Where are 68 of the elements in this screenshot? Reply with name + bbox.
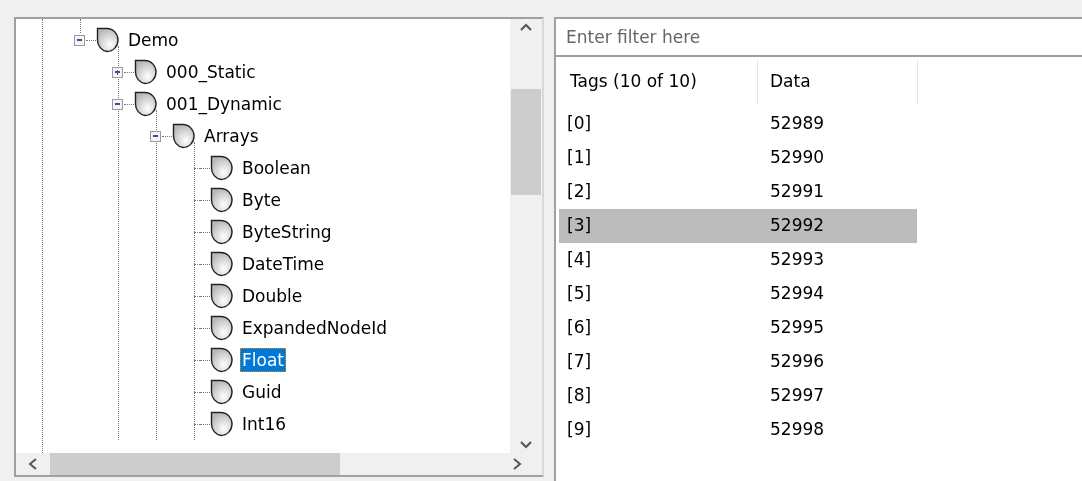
node-icon xyxy=(210,315,234,341)
tree-item[interactable]: DateTime xyxy=(240,252,327,276)
table-row[interactable]: [9] 52998 xyxy=(559,413,917,447)
table-row[interactable]: [1] 52990 xyxy=(559,141,917,175)
tree-item[interactable]: Byte xyxy=(240,188,283,212)
tree-item[interactable]: ByteString xyxy=(240,220,334,244)
table-row[interactable]: [3] 52992 xyxy=(559,209,917,243)
node-icon xyxy=(172,123,196,149)
data-cell-text: 52994 xyxy=(769,282,825,306)
column-header[interactable]: Tags (10 of 10) xyxy=(558,60,758,104)
data-cell-text: 52997 xyxy=(769,384,825,408)
tag-cell-text: [7] xyxy=(566,350,593,374)
data-cell-text: 52996 xyxy=(769,350,825,374)
expand-icon[interactable] xyxy=(112,66,123,78)
node-icon xyxy=(210,411,234,437)
node-icon xyxy=(210,155,234,181)
tag-cell-text: [1] xyxy=(566,146,593,170)
tree-item[interactable]: Demo xyxy=(126,28,181,52)
scroll-down-icon[interactable] xyxy=(520,441,532,449)
column-header[interactable]: Data xyxy=(758,60,918,104)
data-cell-text: 52993 xyxy=(769,248,825,272)
table-row[interactable]: [5] 52994 xyxy=(559,277,917,311)
node-icon xyxy=(96,27,120,53)
tree-item[interactable]: 001_Dynamic xyxy=(164,92,284,116)
tree-item[interactable]: Int16 xyxy=(240,412,289,436)
table-row[interactable]: [8] 52997 xyxy=(559,379,917,413)
tag-cell-text: [0] xyxy=(566,112,593,136)
data-cell-text: 52990 xyxy=(769,146,825,170)
table-row[interactable]: [7] 52996 xyxy=(559,345,917,379)
table-row[interactable]: [4] 52993 xyxy=(559,243,917,277)
data-cell-text: 52989 xyxy=(769,112,825,136)
tag-cell-text: [3] xyxy=(566,214,593,238)
data-cell-text: 52995 xyxy=(769,316,825,340)
tag-cell-text: [2] xyxy=(566,180,593,204)
tree-item[interactable]: ExpandedNodeId xyxy=(240,316,389,340)
table-row[interactable]: [0] 52989 xyxy=(559,107,917,141)
tag-cell-text: [6] xyxy=(566,316,593,340)
tag-cell-text: [4] xyxy=(566,248,593,272)
tag-cell-text: [5] xyxy=(566,282,593,306)
data-cell-text: 52998 xyxy=(769,418,825,442)
table-row[interactable]: [2] 52991 xyxy=(559,175,917,209)
data-cell-text: 52992 xyxy=(769,214,825,238)
collapse-icon[interactable] xyxy=(112,98,123,110)
node-icon xyxy=(210,379,234,405)
tag-cell-text: [9] xyxy=(566,418,593,442)
scroll-thumb[interactable] xyxy=(50,453,340,475)
scroll-thumb[interactable] xyxy=(511,89,541,195)
tree-item[interactable]: Boolean xyxy=(240,156,313,180)
node-icon xyxy=(210,251,234,277)
collapse-icon[interactable] xyxy=(74,34,85,46)
table-row[interactable]: [6] 52995 xyxy=(559,311,917,345)
node-icon xyxy=(210,219,234,245)
vertical-scrollbar[interactable] xyxy=(510,19,542,453)
node-icon xyxy=(210,283,234,309)
tag-cell-text: [8] xyxy=(566,384,593,408)
collapse-icon[interactable] xyxy=(150,130,161,142)
tree-item[interactable]: Guid xyxy=(240,380,284,404)
tree-item[interactable]: Float xyxy=(240,348,286,372)
tree-item[interactable]: 000_Static xyxy=(164,60,258,84)
tree-item[interactable]: Arrays xyxy=(202,124,261,148)
node-icon xyxy=(134,91,158,117)
data-cell-text: 52991 xyxy=(769,180,825,204)
scroll-up-icon[interactable] xyxy=(520,23,532,31)
tree-item[interactable]: Double xyxy=(240,284,305,308)
node-icon xyxy=(210,347,234,373)
horizontal-scrollbar[interactable] xyxy=(16,453,542,475)
node-icon xyxy=(134,59,158,85)
node-icon xyxy=(210,187,234,213)
